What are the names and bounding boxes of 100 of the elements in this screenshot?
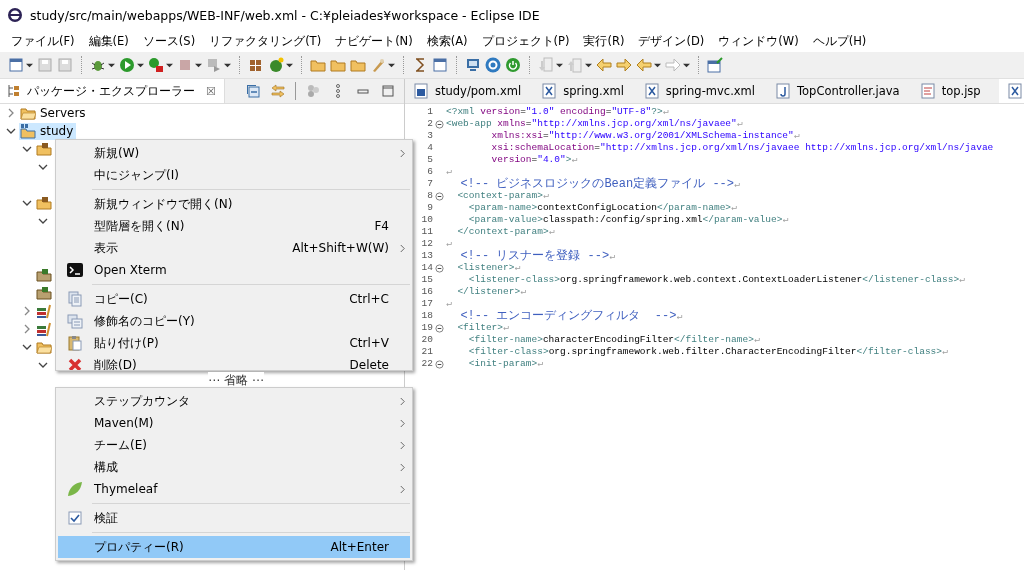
view-title[interactable]: パッケージ・エクスプローラー [27, 82, 195, 100]
fold-collapse-icon[interactable] [435, 323, 444, 333]
context-menu-item[interactable]: Maven(M) [58, 412, 410, 434]
play-icon[interactable] [119, 57, 135, 73]
line-number: 14 [420, 262, 433, 274]
power-icon[interactable] [505, 57, 521, 73]
menu-item[interactable]: ウィンドウ(W) [711, 33, 806, 49]
menu-item[interactable]: 実行(R) [576, 33, 632, 49]
chevron-down-icon[interactable] [38, 162, 48, 172]
context-menu-item[interactable]: 貼り付け(P) Ctrl+V [58, 332, 410, 354]
context-menu-item[interactable]: プロパティー(R) Alt+Enter [58, 536, 410, 558]
chevron-down-icon[interactable] [6, 126, 16, 136]
context-menu-item[interactable]: 型階層を開く(N) F4 [58, 215, 410, 237]
line-number: 10 [420, 214, 433, 226]
caret-icon[interactable] [388, 61, 395, 69]
code-line: ↵ [446, 298, 452, 310]
code-line: <param-name>contextConfigLocation</param-name>↵ [467, 202, 737, 214]
copy-icon [67, 291, 83, 307]
source-folder-icon [36, 141, 52, 157]
editor-tab[interactable]: TopController.java [773, 79, 902, 103]
line-number: 11 [420, 226, 433, 238]
line-number: 21 [420, 346, 433, 358]
line-number: 15 [420, 274, 433, 286]
grid-box-icon[interactable] [248, 57, 264, 73]
caret-icon[interactable] [137, 61, 144, 69]
caret-icon[interactable] [683, 61, 690, 69]
caret-icon[interactable] [286, 61, 293, 69]
new-document-icon[interactable] [8, 57, 24, 73]
code-line: <web-app xmlns="http://xmlns.jcp.org/xml/ns/javaee"↵ [446, 118, 743, 130]
context-menu-item[interactable]: 新規(W) [58, 142, 410, 164]
context-menu-item[interactable]: 表示 Alt+Shift+W(W) [58, 237, 410, 259]
editor-tab[interactable]: spring.xml [539, 79, 626, 103]
context-menu-item[interactable]: 中にジャンプ(I) [58, 164, 410, 186]
context-menu-item[interactable]: チーム(E) [58, 434, 410, 456]
context-menu-item[interactable]: Open Xterm [58, 259, 410, 281]
caret-icon[interactable] [224, 61, 231, 69]
editor-tab[interactable] [998, 79, 1024, 103]
menu-item[interactable]: リファクタリング(T) [202, 33, 329, 49]
editor-tab[interactable]: study/pom.xml [411, 79, 524, 103]
context-menu-item[interactable]: 新規ウィンドウで開く(N) [58, 193, 410, 215]
window-pin-icon[interactable] [707, 57, 723, 73]
collapse-all-icon[interactable] [245, 83, 261, 99]
chevron-down-icon[interactable] [22, 198, 32, 208]
context-menu-item[interactable]: 修飾名のコピー(Y) [58, 310, 410, 332]
fold-collapse-icon[interactable] [435, 263, 444, 273]
caret-icon[interactable] [166, 61, 173, 69]
chevron-down-icon[interactable] [38, 360, 48, 370]
context-menu-item[interactable]: Thymeleaf [58, 478, 410, 500]
menu-item[interactable]: ファイル(F) [4, 33, 82, 49]
dots-cluster-icon[interactable] [305, 83, 321, 99]
menu-item[interactable]: ヘルプ(H) [805, 33, 874, 49]
editor-tab[interactable]: top.jsp [917, 79, 983, 103]
caret-icon[interactable] [585, 61, 592, 69]
line-number: 12 [420, 238, 433, 250]
line-number: 4 [426, 142, 433, 154]
right-arrow-icon[interactable] [616, 57, 632, 73]
monitor-icon[interactable] [465, 57, 481, 73]
context-menu-item[interactable]: 構成 [58, 456, 410, 478]
context-menu-item[interactable]: 検証 [58, 507, 410, 529]
context-menu-item[interactable]: 削除(D) Delete [58, 354, 410, 370]
close-button[interactable]: ☒ [206, 84, 216, 98]
copy-icon [67, 313, 83, 329]
maximize-icon[interactable] [380, 83, 396, 99]
package-tree-icon [6, 83, 22, 99]
line-number: 16 [420, 286, 433, 298]
caret-icon[interactable] [556, 61, 563, 69]
line-number: 20 [420, 334, 433, 346]
menu-item[interactable]: デザイン(D) [631, 33, 712, 49]
menu-item[interactable]: ナビゲート(N) [328, 33, 420, 49]
line-number: 5 [426, 154, 433, 166]
tree-item[interactable]: Servers [19, 104, 89, 122]
settings-icon[interactable] [485, 57, 501, 73]
chevron-down-icon[interactable] [22, 342, 32, 352]
code-line: version="4.0">↵ [490, 154, 578, 166]
chevron-right-icon[interactable] [22, 324, 32, 334]
chevron-down-icon[interactable] [38, 216, 48, 226]
code-line: <param-value>classpath:/config/spring.xml</param-value>↵ [467, 214, 789, 226]
caret-icon[interactable] [654, 61, 661, 69]
eclipse-icon [7, 7, 23, 23]
fold-collapse-icon[interactable] [435, 359, 444, 369]
context-menu-item[interactable]: ステップカウンタ [58, 390, 410, 412]
code-line: </listener>↵ [456, 286, 526, 298]
tree-item[interactable]: study [19, 122, 77, 140]
editor-tab[interactable]: spring-mvc.xml [641, 79, 757, 103]
menu-item[interactable]: ソース(S) [135, 33, 203, 49]
menu-item[interactable]: 編集(E) [81, 33, 136, 49]
caret-icon[interactable] [195, 61, 202, 69]
clipboard-icon [67, 335, 83, 351]
fold-collapse-icon[interactable] [435, 119, 444, 129]
caret-icon[interactable] [26, 61, 33, 69]
chevron-right-icon[interactable] [22, 306, 32, 316]
chevron-right-icon[interactable] [6, 108, 16, 118]
menu-item[interactable]: 検索(A) [419, 33, 475, 49]
fold-collapse-icon[interactable] [435, 191, 444, 201]
line-number: 18 [420, 310, 433, 322]
caret-icon[interactable] [108, 61, 115, 69]
chevron-down-icon[interactable] [22, 144, 32, 154]
menu-item[interactable]: プロジェクト(P) [474, 33, 577, 49]
document-icon[interactable] [432, 57, 448, 73]
context-menu-item[interactable]: コピー(C) Ctrl+C [58, 288, 410, 310]
